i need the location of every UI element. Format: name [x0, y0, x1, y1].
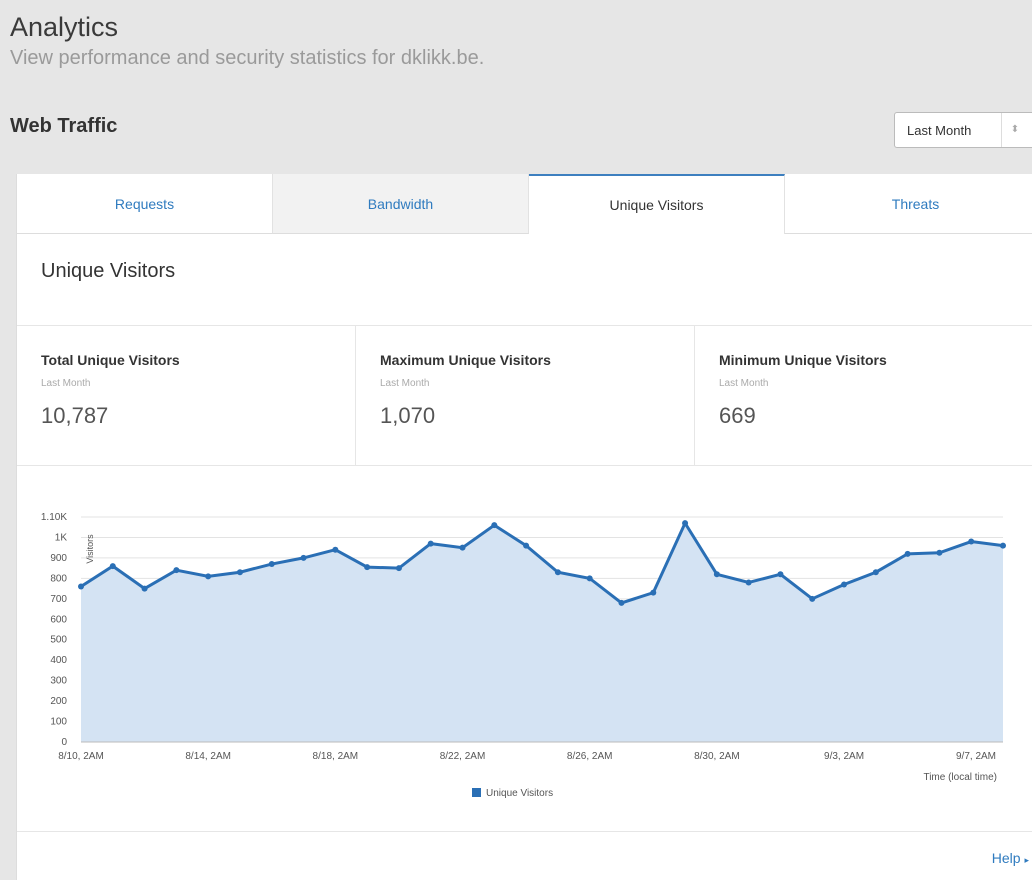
tab-bandwidth[interactable]: Bandwidth	[273, 174, 529, 234]
section-title: Web Traffic	[10, 115, 118, 137]
data-point	[936, 549, 943, 556]
series-area	[81, 523, 1003, 742]
help-link[interactable]: Help ▸	[992, 850, 1029, 866]
stats-row: Total Unique Visitors Last Month 10,787 …	[17, 326, 1032, 466]
data-point	[491, 522, 498, 529]
y-tick-label: 900	[50, 553, 67, 564]
data-point	[809, 595, 816, 602]
stat-label: Minimum Unique Visitors	[719, 352, 887, 368]
period-select[interactable]: Last Month ⬍	[894, 112, 1032, 148]
select-arrows-icon: ⬍	[1010, 124, 1020, 135]
data-point	[173, 567, 180, 574]
tab-unique-visitors[interactable]: Unique Visitors	[529, 174, 785, 234]
y-tick-label: 600	[50, 614, 67, 625]
stat-minimum: Minimum Unique Visitors Last Month 669	[695, 326, 1032, 465]
data-point	[395, 565, 402, 572]
x-tick-label: 8/26, 2AM	[567, 751, 613, 762]
y-tick-label: 1.10K	[41, 512, 67, 523]
tab-requests[interactable]: Requests	[17, 174, 273, 234]
data-point	[236, 569, 243, 576]
panel-title: Unique Visitors	[17, 234, 1032, 326]
x-tick-label: 9/7, 2AM	[956, 751, 996, 762]
data-point	[109, 563, 116, 570]
y-tick-label: 0	[61, 737, 67, 748]
period-select-value: Last Month	[895, 113, 1002, 147]
page-title: Analytics	[10, 12, 119, 42]
data-point	[141, 585, 148, 592]
stat-period: Last Month	[41, 378, 91, 389]
y-tick-label: 200	[50, 696, 67, 707]
x-tick-label: 8/22, 2AM	[440, 751, 486, 762]
data-point	[78, 583, 84, 590]
stat-value: 1,070	[380, 403, 436, 428]
data-point	[523, 542, 530, 549]
data-point	[205, 573, 212, 580]
data-point	[586, 575, 593, 582]
legend-label: Unique Visitors	[486, 788, 553, 799]
x-tick-label: 8/14, 2AM	[185, 751, 231, 762]
analytics-card: Requests Bandwidth Unique Visitors Threa…	[16, 174, 1032, 880]
y-tick-label: 100	[50, 717, 67, 728]
data-point	[300, 554, 307, 561]
chevron-right-icon: ▸	[1024, 855, 1029, 865]
legend-swatch	[472, 788, 481, 797]
stat-period: Last Month	[719, 378, 769, 389]
data-point	[682, 520, 689, 527]
data-point	[841, 581, 848, 588]
data-point	[650, 589, 657, 596]
stat-label: Maximum Unique Visitors	[380, 352, 551, 368]
data-point	[713, 571, 720, 578]
y-tick-label: 400	[50, 655, 67, 666]
chart-svg: 0 100 200 300 400 500 600 700 800 900 1K 1.10K Visit…	[41, 512, 1006, 799]
x-tick-label: 8/30, 2AM	[694, 751, 740, 762]
data-point	[364, 564, 371, 571]
data-point	[777, 571, 784, 578]
data-point	[745, 579, 752, 586]
y-tick-label: 700	[50, 594, 67, 605]
x-axis-label: Time (local time)	[923, 772, 997, 783]
visitors-chart: 0 100 200 300 400 500 600 700 800 900 1K 1.10K Visit…	[17, 467, 1032, 827]
data-point	[332, 546, 339, 553]
data-point	[872, 569, 879, 576]
data-point	[268, 561, 275, 568]
tab-bar: Requests Bandwidth Unique Visitors Threa…	[17, 174, 1032, 234]
data-point	[427, 540, 434, 547]
card-footer: Help ▸	[17, 831, 1032, 880]
stat-total: Total Unique Visitors Last Month 10,787	[17, 326, 356, 465]
stat-maximum: Maximum Unique Visitors Last Month 1,070	[356, 326, 695, 465]
x-tick-label: 9/3, 2AM	[824, 751, 864, 762]
y-tick-label: 300	[50, 676, 67, 687]
data-point	[1000, 542, 1006, 549]
data-point	[459, 544, 466, 551]
data-point	[554, 569, 561, 576]
data-point	[968, 538, 975, 545]
y-tick-label: 800	[50, 573, 67, 584]
x-tick-label: 8/18, 2AM	[313, 751, 359, 762]
x-tick-label: 8/10, 2AM	[58, 751, 104, 762]
stat-value: 669	[719, 403, 756, 428]
y-tick-label: 1K	[55, 532, 68, 543]
data-point	[904, 550, 911, 557]
stat-period: Last Month	[380, 378, 430, 389]
y-axis-label: Visitors	[85, 534, 95, 564]
tab-threats[interactable]: Threats	[785, 174, 1032, 234]
stat-value: 10,787	[41, 403, 109, 428]
data-point	[618, 599, 625, 606]
y-tick-label: 500	[50, 635, 67, 646]
stat-label: Total Unique Visitors	[41, 352, 180, 368]
page-subtitle: View performance and security statistics…	[10, 47, 485, 69]
help-link-label: Help	[991, 850, 1021, 866]
page-header: Analytics View performance and security …	[10, 12, 484, 70]
